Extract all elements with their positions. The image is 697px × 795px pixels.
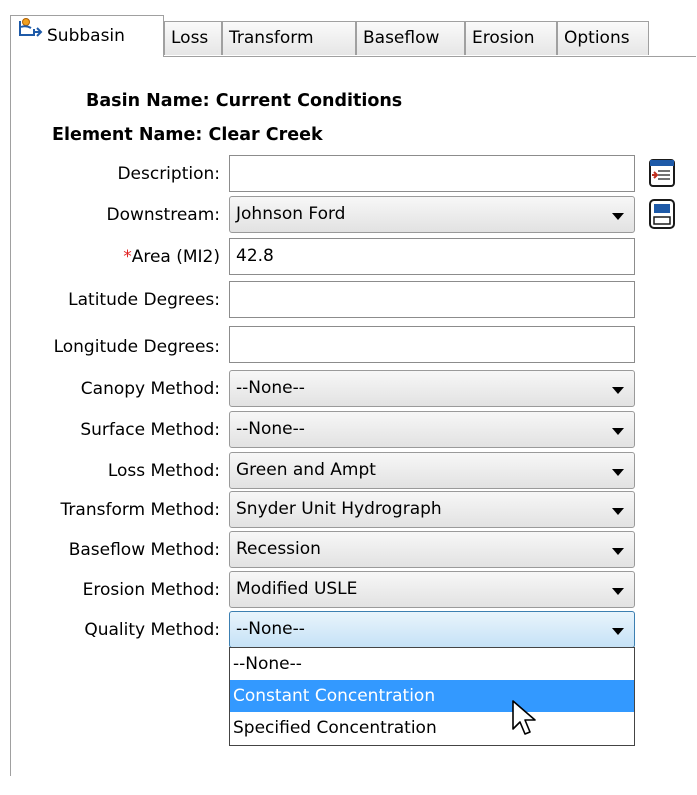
area-label: *Area (MI2) [123, 247, 220, 267]
transform-method-label: Transform Method: [60, 500, 220, 520]
chevron-down-icon [612, 213, 624, 220]
tab-baseflow[interactable]: Baseflow [356, 21, 465, 55]
description-editor-button[interactable] [645, 156, 679, 190]
erosion-method-select[interactable]: Modified USLE [229, 571, 635, 608]
baseflow-method-label: Baseflow Method: [68, 540, 220, 560]
surface-method-select[interactable]: --None-- [229, 411, 635, 448]
element-name-value: Clear Creek [208, 125, 323, 145]
tab-loss[interactable]: Loss [164, 21, 222, 55]
quality-method-dropdown: --None-- Constant Concentration Specifie… [229, 647, 635, 746]
tab-erosion-label: Erosion [472, 28, 535, 48]
loss-method-value: Green and Ampt [236, 460, 376, 480]
select-element-icon [649, 199, 675, 229]
longitude-input[interactable] [229, 326, 635, 363]
element-name-label: Element Name: [52, 125, 203, 145]
downstream-value: Johnson Ford [236, 204, 346, 224]
tab-subbasin-label: Subbasin [47, 26, 125, 46]
quality-method-value: --None-- [236, 619, 305, 639]
chevron-down-icon [612, 628, 624, 635]
description-label: Description: [117, 164, 220, 184]
dropdown-option-highlighted[interactable]: Constant Concentration [230, 680, 634, 712]
chevron-down-icon [612, 588, 624, 595]
description-input[interactable] [229, 155, 635, 192]
chevron-down-icon [612, 508, 624, 515]
baseflow-method-value: Recession [236, 539, 321, 559]
subbasin-icon [17, 14, 43, 54]
erosion-method-value: Modified USLE [236, 579, 358, 599]
element-name-row: Element Name: Clear Creek [52, 125, 323, 145]
tab-transform-label: Transform [229, 28, 314, 48]
tab-loss-label: Loss [171, 28, 209, 48]
tab-subbasin[interactable]: Subbasin [10, 15, 164, 57]
edit-description-icon [649, 159, 675, 187]
longitude-label: Longitude Degrees: [53, 337, 220, 357]
loss-method-select[interactable]: Green and Ampt [229, 452, 635, 489]
chevron-down-icon [612, 548, 624, 555]
mouse-pointer-icon [511, 699, 541, 744]
quality-method-select[interactable]: --None-- [229, 611, 635, 648]
baseflow-method-select[interactable]: Recession [229, 531, 635, 568]
transform-method-value: Snyder Unit Hydrograph [236, 499, 442, 519]
erosion-method-label: Erosion Method: [82, 580, 220, 600]
tab-transform[interactable]: Transform [222, 21, 356, 55]
basin-name-value: Current Conditions [215, 91, 403, 111]
tab-strip: Subbasin Loss Transform Baseflow Erosion… [10, 15, 650, 57]
tab-options[interactable]: Options [557, 21, 649, 55]
area-input[interactable]: 42.8 [229, 238, 635, 275]
latitude-label: Latitude Degrees: [68, 290, 220, 310]
surface-method-value: --None-- [236, 419, 305, 439]
basin-name-label: Basin Name: [86, 91, 210, 111]
tab-options-label: Options [564, 28, 630, 48]
transform-method-select[interactable]: Snyder Unit Hydrograph [229, 491, 635, 528]
quality-method-label: Quality Method: [84, 620, 220, 640]
latitude-input[interactable] [229, 281, 635, 318]
chevron-down-icon [612, 428, 624, 435]
downstream-select-button[interactable] [645, 197, 679, 231]
downstream-select[interactable]: Johnson Ford [229, 196, 635, 233]
chevron-down-icon [612, 387, 624, 394]
required-marker: * [123, 247, 132, 267]
downstream-label: Downstream: [106, 205, 220, 225]
dropdown-option[interactable]: Specified Concentration [230, 712, 634, 744]
tab-baseflow-label: Baseflow [363, 28, 440, 48]
canopy-method-select[interactable]: --None-- [229, 370, 635, 407]
tab-erosion[interactable]: Erosion [465, 21, 557, 55]
canopy-method-value: --None-- [236, 378, 305, 398]
chevron-down-icon [612, 469, 624, 476]
area-label-text: Area (MI2) [131, 247, 220, 267]
basin-name-row: Basin Name: Current Conditions [86, 91, 402, 111]
canopy-method-label: Canopy Method: [80, 379, 220, 399]
loss-method-label: Loss Method: [107, 461, 220, 481]
dropdown-option[interactable]: --None-- [230, 648, 634, 680]
surface-method-label: Surface Method: [80, 420, 220, 440]
